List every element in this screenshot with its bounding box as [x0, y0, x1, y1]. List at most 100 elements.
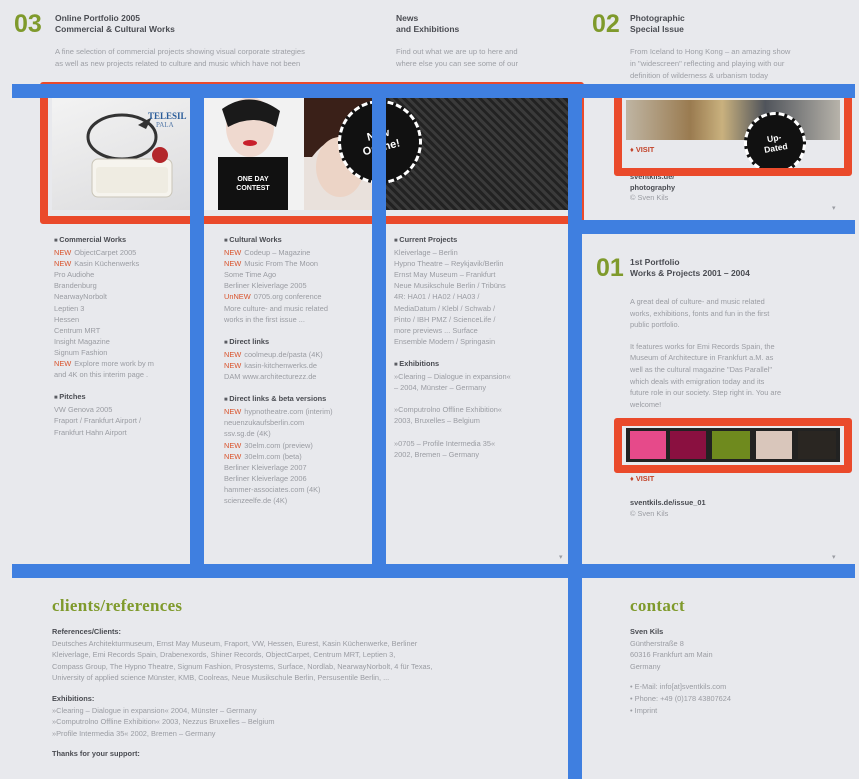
commercial-works-heading[interactable]: Commercial Works — [54, 234, 186, 247]
section-title-news[interactable]: News and Exhibitions — [396, 13, 459, 36]
grid-line-h-1 — [12, 84, 855, 98]
section-title-03[interactable]: Online Portfolio 2005 Commercial & Cultu… — [55, 13, 175, 36]
project-item[interactable]: Ernst May Museum – Frankfurt — [394, 269, 562, 280]
commercial-item[interactable]: Centrum MRT — [54, 325, 186, 336]
contact-name: Sven Kils — [630, 627, 664, 636]
commercial-item[interactable]: and 4K on this interim page . — [54, 369, 186, 380]
grid-line-v-3 — [568, 84, 582, 779]
cultural-item[interactable]: NEW Codeup – Magazine — [224, 247, 374, 258]
exhibitions-heading[interactable]: Exhibitions — [394, 358, 562, 371]
commercial-item-text: Explore more work by m — [74, 359, 154, 369]
beta-link-item[interactable]: Berliner Kleiverlage 2007 — [224, 462, 374, 473]
exhibition-item[interactable]: »Clearing – Dialogue in expansion« — [394, 371, 562, 382]
cultural-item[interactable]: works in the first issue ... — [224, 314, 374, 325]
commercial-item-text: Signum Fashion — [54, 347, 108, 357]
commercial-item[interactable]: NEW Kasin Küchenwerks — [54, 258, 186, 269]
scroll-arrow-icon[interactable]: ▾ — [832, 204, 836, 212]
commercial-item[interactable]: Leptien 3 — [54, 303, 186, 314]
pitches-heading[interactable]: Pitches — [54, 391, 186, 404]
address-line: 60316 Frankfurt am Main — [630, 650, 713, 660]
pitch-item[interactable]: Frankfurt Hahn Airport — [54, 427, 186, 438]
intro-line: well as the cultural magazine "Das Paral… — [630, 364, 773, 374]
beta-link-item[interactable]: NEW 30elm.com (preview) — [224, 440, 374, 451]
commercial-item[interactable]: NEW Explore more work by m — [54, 358, 186, 369]
scroll-arrow-icon[interactable]: ▾ — [832, 553, 836, 561]
commercial-item[interactable]: Brandenburg — [54, 280, 186, 291]
clients-references-heading: clients/references — [52, 596, 183, 615]
new-badge: NEW — [224, 349, 242, 359]
contact-link[interactable]: • Imprint — [630, 705, 842, 717]
project-item[interactable]: more previews ... Surface — [394, 325, 562, 336]
commercial-item[interactable]: Signum Fashion — [54, 347, 186, 358]
direct-links-heading[interactable]: Direct links — [224, 336, 374, 349]
photo-link-2[interactable]: photography — [630, 183, 675, 194]
exhibition-item[interactable]: 2002, Bremen – Germany — [394, 449, 562, 460]
exhibition-item[interactable]: »Computrolno Offline Exhibition« — [394, 404, 562, 415]
beta-link-item[interactable]: scienzeelfe.de (4K) — [224, 495, 374, 506]
project-item[interactable]: MediaDatum / Klebl / Schwab / — [394, 303, 562, 314]
commercial-item[interactable]: NearwayNorbolt — [54, 291, 186, 302]
commercial-works-column: Commercial Works NEWObjectCarpet 2005NEW… — [54, 234, 186, 438]
beta-link-item[interactable]: hammer-associates.com (4K) — [224, 484, 374, 495]
issue-01-link[interactable]: sventkils.de/issue_01 — [630, 498, 706, 509]
commercial-item[interactable]: Insight Magazine — [54, 336, 186, 347]
highlight-box-thumbs — [614, 418, 852, 473]
section-number-02: 02 — [592, 10, 620, 38]
beta-link-item[interactable]: neuenzukaufsberlin.com — [224, 417, 374, 428]
beta-link-item[interactable]: ssv.sg.de (4K) — [224, 428, 374, 439]
issue-01-copyright: © Sven Kils — [630, 508, 669, 518]
commercial-item-text: NearwayNorbolt — [54, 292, 107, 302]
beta-link-item[interactable]: NEW 30elm.com (beta) — [224, 451, 374, 462]
cultural-works-heading[interactable]: Cultural Works — [224, 234, 374, 247]
cultural-item[interactable]: UnNEW 0705.org conference — [224, 291, 374, 302]
project-item[interactable]: Ensemble Modern / Springasin — [394, 336, 562, 347]
grid-line-h-3 — [12, 564, 855, 578]
visit-link-01[interactable]: ♦ VISIT — [630, 474, 654, 483]
direct-link-item[interactable]: DAM www.architecturezz.de — [224, 371, 374, 382]
beta-link-item[interactable]: NEW hypnotheatre.com (interim) — [224, 406, 374, 417]
exhibition-item[interactable]: »0705 – Profile Intermedia 35« — [394, 438, 562, 449]
client-line: Deutsches Architekturmuseum, Ernst May M… — [52, 638, 418, 648]
commercial-item-text: Hessen — [54, 314, 80, 324]
address-line: Güntherstraße 8 — [630, 638, 684, 648]
commercial-item-text: Leptien 3 — [54, 303, 85, 313]
issue-link-block: sventkils.de/issue_01 © Sven Kils — [630, 498, 706, 519]
direct-link-item[interactable]: NEW kasin-kitchenwerks.de — [224, 360, 374, 371]
commercial-item[interactable]: Hessen — [54, 314, 186, 325]
project-item[interactable]: Pinto / IBH PMZ / ScienceLife / — [394, 314, 562, 325]
exhibition-item[interactable] — [394, 427, 562, 438]
project-item[interactable]: Kleiverlage – Berlin — [394, 247, 562, 258]
contact-link[interactable]: • E-Mail: info[at]sventkils.com — [630, 681, 842, 693]
project-item[interactable]: Hypno Theatre – Reykjavik/Berlin — [394, 258, 562, 269]
beta-link-item-text: neuenzukaufsberlin.com — [224, 418, 305, 428]
current-projects-heading[interactable]: Current Projects — [394, 234, 562, 247]
section-intro-02: From Iceland to Hong Kong – an amazing s… — [630, 47, 791, 80]
direct-beta-heading[interactable]: Direct links & beta versions — [224, 393, 374, 406]
client-line: Compass Group, The Hypno Theatre, Signum… — [52, 661, 433, 671]
beta-link-item[interactable]: Berliner Kleiverlage 2006 — [224, 473, 374, 484]
cultural-item[interactable]: Some Time Ago — [224, 269, 374, 280]
cultural-item-text: More culture- and music related — [224, 303, 328, 313]
section-title-01[interactable]: 1st Portfolio Works & Projects 2001 – 20… — [630, 257, 750, 280]
section-title-02[interactable]: Photographic Special Issue — [630, 13, 685, 36]
project-item[interactable]: Neue Musikschule Berlin / Tribüns — [394, 280, 562, 291]
exhibition-item[interactable] — [394, 393, 562, 404]
new-badge: NEW — [224, 360, 242, 370]
scroll-arrow-icon[interactable]: ▾ — [559, 553, 563, 561]
cultural-item[interactable]: NEW Music From The Moon — [224, 258, 374, 269]
pitch-item[interactable]: Fraport / Frankfurt Airport / — [54, 415, 186, 426]
project-item[interactable]: 4R: HA01 / HA02 / HA03 / — [394, 291, 562, 302]
direct-link-item[interactable]: NEW coolmeup.de/pasta (4K) — [224, 349, 374, 360]
exhibition-item[interactable]: 2003, Bruxelles – Belgium — [394, 415, 562, 426]
highlight-box-photo — [614, 86, 852, 176]
grid-line-v-1 — [190, 84, 204, 574]
cultural-item[interactable]: More culture- and music related — [224, 303, 374, 314]
commercial-item[interactable]: Pro Audiohe — [54, 269, 186, 280]
commercial-item[interactable]: NEW ObjectCarpet 2005 — [54, 247, 186, 258]
pitch-item[interactable]: VW Genova 2005 — [54, 404, 186, 415]
highlight-box-banner — [40, 82, 584, 224]
exhibition-item[interactable]: – 2004, Münster – Germany — [394, 382, 562, 393]
contact-link[interactable]: • Phone: +49 (0)178 43807624 — [630, 693, 842, 705]
beta-link-item-text: hypnotheatre.com (interim) — [244, 407, 333, 417]
cultural-item[interactable]: Berliner Kleiverlage 2005 — [224, 280, 374, 291]
